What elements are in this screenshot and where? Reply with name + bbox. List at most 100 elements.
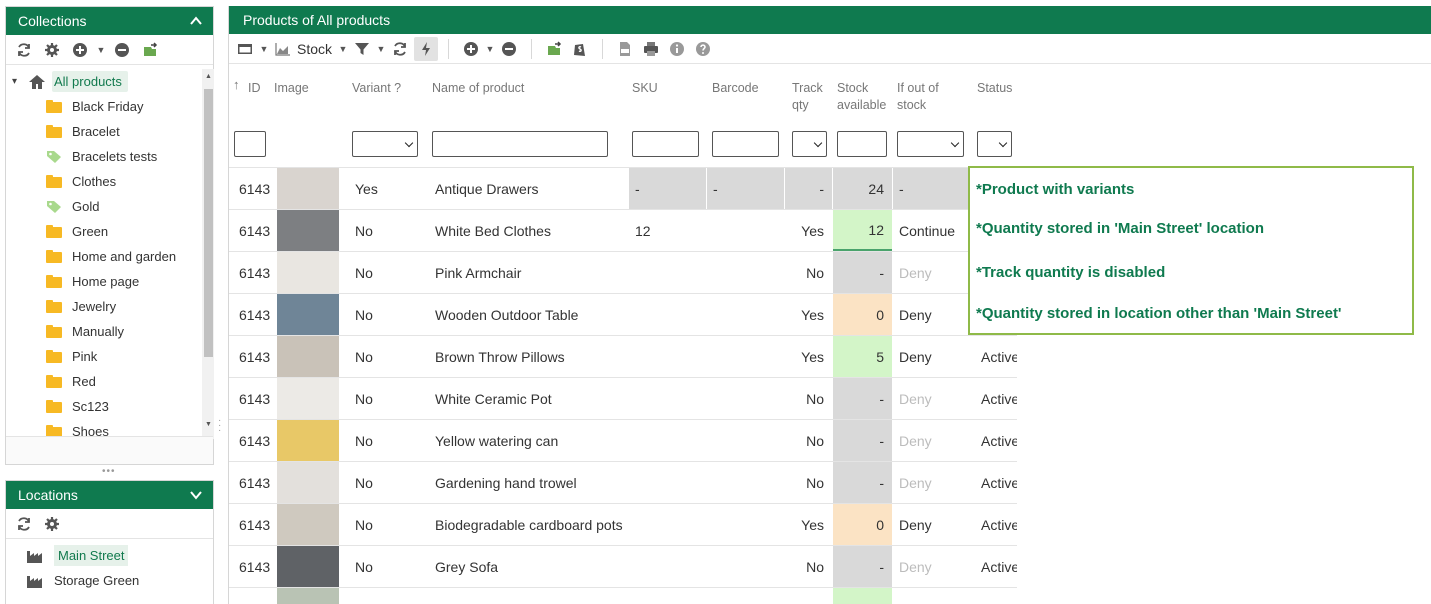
bolt-icon[interactable] xyxy=(414,36,439,61)
sort-up-arrow-icon[interactable]: ↑ xyxy=(233,76,240,93)
table-row[interactable]: 6143 No Gardening hand trowel No - Deny Active xyxy=(229,462,1017,504)
grid-header: ↑ ID Image Variant ? Name of product SKU… xyxy=(229,68,1017,168)
filter-track-select[interactable] xyxy=(792,131,827,157)
tree-item[interactable]: Sc123 xyxy=(6,394,202,419)
tree-item[interactable]: Pink xyxy=(6,344,202,369)
table-row[interactable]: 6143 Yes Antique Drawers - - -24- xyxy=(229,168,1017,210)
column-header-variant[interactable]: Variant ? xyxy=(352,80,401,97)
collections-header[interactable]: Collections xyxy=(6,7,213,35)
filter-stock-input[interactable] xyxy=(837,131,887,157)
chevron-down-icon[interactable] xyxy=(189,488,203,502)
filter-sku-input[interactable] xyxy=(632,131,699,157)
scroll-down-icon[interactable]: ▼ xyxy=(205,421,212,428)
caret-down-icon[interactable]: ▼ xyxy=(485,37,495,61)
tree-item-label: Clothes xyxy=(72,174,117,189)
remove-circle-icon[interactable] xyxy=(110,38,134,62)
export-icon[interactable] xyxy=(542,37,566,61)
tree-item[interactable]: Home page xyxy=(6,269,202,294)
cell-barcode xyxy=(707,546,784,587)
tree-item[interactable]: Black Friday xyxy=(6,94,202,119)
filter-oos-select[interactable] xyxy=(897,131,964,157)
refresh-icon[interactable] xyxy=(12,512,36,536)
tree-item[interactable]: Green xyxy=(6,219,202,244)
filter-name-input[interactable] xyxy=(432,131,608,157)
cell-stock: 0 xyxy=(833,294,892,335)
print-icon[interactable] xyxy=(639,37,663,61)
tree-item[interactable]: Bracelets tests xyxy=(6,144,202,169)
column-header-track-qty[interactable]: Track qty xyxy=(792,80,823,114)
stock-view-button[interactable]: Stock xyxy=(271,37,336,61)
caret-down-icon[interactable]: ▼ xyxy=(259,37,269,61)
tree-item[interactable]: Clothes xyxy=(6,169,202,194)
caret-down-icon[interactable]: ▼ xyxy=(376,37,386,61)
tree-scrollbar-thumb[interactable] xyxy=(204,89,213,357)
folder-icon xyxy=(46,125,62,138)
collections-tree: ▾ All products Black Friday Bracelet Brace… xyxy=(6,69,202,439)
collections-title: Collections xyxy=(18,13,87,29)
column-header-stock[interactable]: Stock available xyxy=(837,80,886,114)
table-row[interactable]: 6143 No Grey Sofa No - Deny Active xyxy=(229,546,1017,588)
tree-item[interactable]: Red xyxy=(6,369,202,394)
layout-icon[interactable] xyxy=(233,37,257,61)
filter-id-input[interactable] xyxy=(234,131,266,157)
add-circle-icon[interactable] xyxy=(459,37,483,61)
help-icon[interactable] xyxy=(691,37,715,61)
csv-file-icon[interactable] xyxy=(613,37,637,61)
column-header-status[interactable]: Status xyxy=(977,80,1012,97)
locations-header[interactable]: Locations xyxy=(6,481,213,509)
shopify-icon[interactable] xyxy=(568,37,592,61)
location-item[interactable]: Main Street xyxy=(6,543,213,568)
tree-item[interactable]: Gold xyxy=(6,194,202,219)
cell-name: Gardening hand trowel xyxy=(435,474,577,491)
filter-barcode-input[interactable] xyxy=(712,131,779,157)
cell-name: Wooden Outdoor Table xyxy=(435,306,579,323)
locations-title: Locations xyxy=(18,487,78,503)
table-row[interactable]: 6143 No Yellow watering can No - Deny Active xyxy=(229,420,1017,462)
gear-icon[interactable] xyxy=(40,512,64,536)
cell-sku xyxy=(629,462,706,503)
chevron-down-icon[interactable]: ▾ xyxy=(12,76,26,87)
tree-item[interactable]: Bracelet xyxy=(6,119,202,144)
remove-circle-icon[interactable] xyxy=(497,37,521,61)
table-row[interactable]: 6143 No White Ceramic Pot No - Deny Active xyxy=(229,378,1017,420)
product-image xyxy=(277,210,339,251)
cell-stock: 12 xyxy=(833,210,892,251)
add-circle-icon[interactable] xyxy=(68,38,92,62)
folder-icon xyxy=(46,175,62,188)
location-item[interactable]: Storage Green xyxy=(6,568,213,593)
column-header-id[interactable]: ID xyxy=(248,80,261,97)
filter-status-select[interactable] xyxy=(977,131,1012,157)
tree-item-all-products[interactable]: ▾ All products xyxy=(6,69,202,94)
column-header-out-of-stock[interactable]: If out of stock xyxy=(897,80,939,114)
filter-variant-select[interactable] xyxy=(352,131,418,157)
caret-down-icon[interactable]: ▼ xyxy=(96,38,106,62)
vertical-splitter[interactable]: · · · xyxy=(218,416,222,436)
refresh-icon[interactable] xyxy=(12,38,36,62)
scroll-up-icon[interactable]: ▲ xyxy=(205,73,212,80)
gear-icon[interactable] xyxy=(40,38,64,62)
table-row[interactable]: 6143 No White Bed Clothes 12 Yes 12 Continue xyxy=(229,210,1017,252)
table-row[interactable]: Yes5 xyxy=(229,588,1017,604)
column-header-sku[interactable]: SKU xyxy=(632,80,658,97)
tree-item[interactable]: Home and garden xyxy=(6,244,202,269)
info-icon[interactable] xyxy=(665,37,689,61)
column-header-image[interactable]: Image xyxy=(274,80,309,97)
filter-icon[interactable] xyxy=(350,37,374,61)
cell-stock: 5 xyxy=(833,588,892,604)
tree-item[interactable]: Manually xyxy=(6,319,202,344)
column-header-barcode[interactable]: Barcode xyxy=(712,80,759,97)
chevron-up-icon[interactable] xyxy=(189,14,203,28)
table-row[interactable]: 6143 No Brown Throw Pillows Yes 5 Deny Active xyxy=(229,336,1017,378)
tree-item[interactable]: Jewelry xyxy=(6,294,202,319)
table-row[interactable]: 6143 No Wooden Outdoor Table Yes 0 Deny xyxy=(229,294,1017,336)
table-row[interactable]: 6143 No Biodegradable cardboard pots Yes 0 De… xyxy=(229,504,1017,546)
tree-root-label[interactable]: All products xyxy=(52,71,128,92)
table-row[interactable]: 6143 No Pink Armchair No - Deny xyxy=(229,252,1017,294)
export-icon[interactable] xyxy=(138,38,162,62)
refresh-icon[interactable] xyxy=(388,37,412,61)
horizontal-splitter[interactable]: ••• xyxy=(102,466,116,477)
column-header-name[interactable]: Name of product xyxy=(432,80,524,97)
caret-down-icon[interactable]: ▼ xyxy=(338,37,348,61)
cell-barcode xyxy=(707,210,784,251)
cell-sku xyxy=(629,252,706,293)
